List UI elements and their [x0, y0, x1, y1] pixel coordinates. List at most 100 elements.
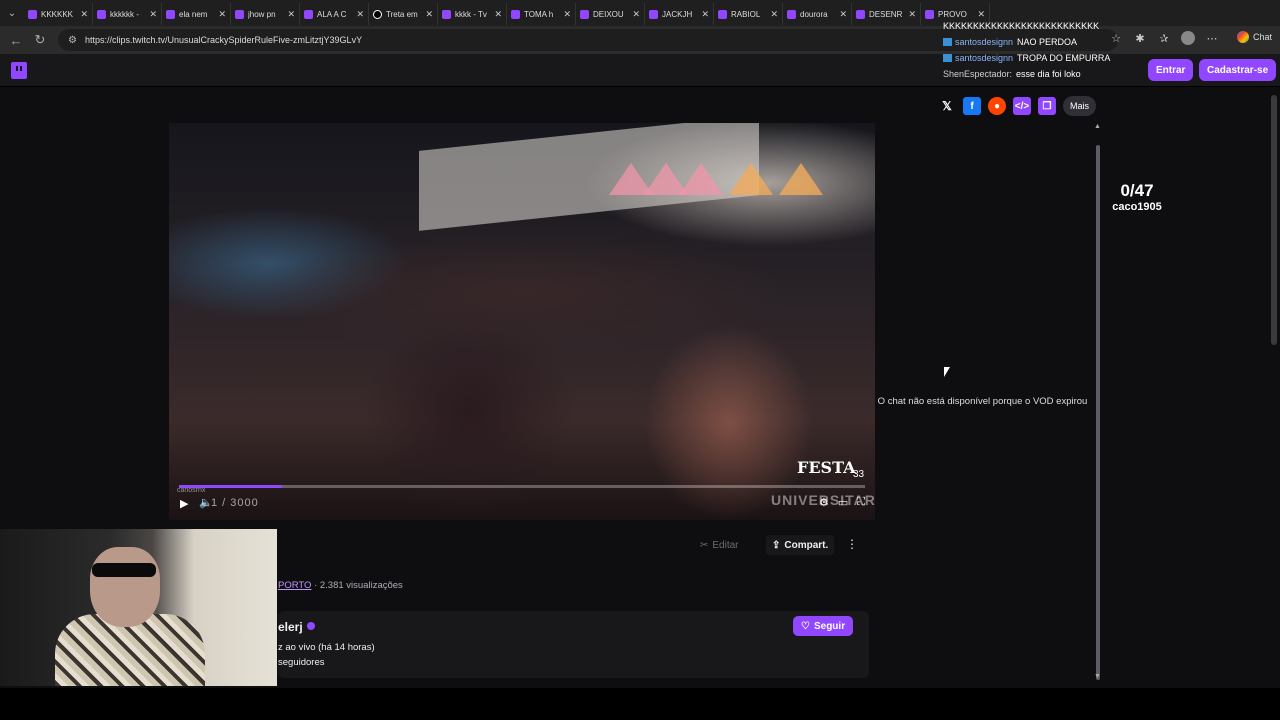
browser-tab[interactable]: JACKJH ✕ — [645, 3, 714, 25]
embed-code-icon[interactable]: </> — [1013, 97, 1031, 115]
channel-name[interactable]: elerj — [278, 620, 303, 634]
close-tab-icon[interactable]: ✕ — [356, 9, 364, 20]
close-tab-icon[interactable]: ✕ — [218, 9, 226, 20]
tab-title: DEIXOU — [593, 9, 624, 19]
menu-dots-icon[interactable]: ⋯ — [1204, 30, 1220, 46]
more-options-kebab-icon[interactable]: ⋮ — [846, 537, 858, 551]
share-bar: 𝕏 f ● </> ❐ Mais — [938, 96, 1097, 116]
login-button[interactable]: Entrar — [1148, 59, 1194, 81]
copy-link-icon[interactable]: ❐ — [1038, 97, 1056, 115]
bottom-black-bar — [0, 688, 1280, 720]
browser-tab[interactable]: RABIOL ✕ — [714, 3, 783, 25]
close-tab-icon[interactable]: ✕ — [701, 9, 709, 20]
browser-tab[interactable]: TOMA h ✕ — [507, 3, 576, 25]
close-tab-icon[interactable]: ✕ — [287, 9, 295, 20]
overlay-chat-user: ShenEspectador: — [943, 69, 1013, 79]
watermark-number: 33 — [853, 469, 865, 480]
follower-count: seguidores — [278, 657, 325, 668]
tab-title: KKKKKK — [41, 9, 74, 19]
clip-video-player[interactable]: FESTA 33 UNIVERSITARIA carlosrnx ▶ 🔈 1 /… — [169, 123, 875, 520]
follow-label: Seguir — [813, 620, 846, 632]
reload-icon[interactable]: ↻ — [28, 28, 52, 52]
tab-title: jhow pn — [248, 9, 276, 19]
x-twitter-icon[interactable]: 𝕏 — [938, 97, 956, 115]
tab-title: JACKJH — [662, 9, 693, 19]
browser-tab[interactable]: KKKKKK ✕ — [24, 3, 93, 25]
tab-title: ALA A C — [317, 9, 347, 19]
last-live-status: z ao vivo (há 14 horas) — [278, 642, 375, 653]
page-scroll-thumb[interactable] — [1271, 95, 1277, 345]
tab-list: KKKKKK ✕ kkkkkk - ✕ ela nem ✕ jhow pn ✕ ALA A C ✕… — [24, 1, 990, 25]
settings-gear-icon[interactable]: ⚙ — [819, 496, 829, 509]
browser-tab[interactable]: kkkk - Tv ✕ — [438, 3, 507, 25]
tab-title: kkkk - Tv — [455, 9, 487, 19]
close-tab-icon[interactable]: ✕ — [80, 9, 88, 20]
close-tab-icon[interactable]: ✕ — [908, 9, 916, 20]
play-icon[interactable]: ▶ — [180, 497, 188, 510]
edit-clip-button[interactable]: ✂ Editar — [700, 536, 739, 554]
heart-icon: ♡ — [801, 620, 810, 632]
close-tab-icon[interactable]: ✕ — [494, 9, 502, 20]
browser-tab[interactable]: dourora ✕ — [783, 3, 852, 25]
back-arrow-icon[interactable]: ← — [4, 28, 28, 52]
close-tab-icon[interactable]: ✕ — [770, 9, 778, 20]
fullscreen-icon[interactable]: ⛶ — [857, 496, 865, 509]
twitch-favicon-icon — [718, 9, 727, 19]
close-tab-icon[interactable]: ✕ — [839, 9, 847, 20]
overlay-chat-message: KKKKKKKKKKKKKKKKKKKKKKKKKK — [943, 21, 1100, 31]
site-info-icon[interactable]: ⚙ — [68, 35, 77, 46]
twitch-favicon-icon — [580, 9, 589, 19]
favorites-icon[interactable]: ✰ — [1156, 30, 1172, 46]
close-tab-icon[interactable]: ✕ — [425, 9, 433, 20]
share-label: Compart. — [784, 539, 829, 551]
tab-search-chevron-icon[interactable]: ⌄ — [0, 0, 24, 26]
signup-button[interactable]: Cadastrar-se — [1199, 59, 1277, 81]
browser-tab[interactable]: jhow pn ✕ — [231, 3, 300, 25]
tab-title: kkkkkk - — [110, 9, 139, 19]
twitch-favicon-icon — [925, 9, 934, 19]
overlay-chat-message: NAO PERDOA — [1017, 37, 1078, 47]
channel-name-row[interactable]: elerj — [278, 620, 315, 634]
tab-title: RABIOL — [731, 9, 761, 19]
chat-badge-icon — [943, 38, 952, 46]
reddit-icon[interactable]: ● — [988, 97, 1006, 115]
browser-tab[interactable]: Treta em ✕ — [369, 3, 438, 25]
profile-icon[interactable] — [1180, 30, 1196, 46]
follow-button[interactable]: ♡ Seguir — [793, 616, 854, 636]
twitch-favicon-icon — [304, 9, 313, 19]
browser-tab[interactable]: DESENR ✕ — [852, 3, 921, 25]
overlay-chat-user: santosdesignn — [955, 37, 1014, 47]
tab-title: Treta em — [386, 9, 418, 19]
video-frame-tent — [779, 163, 823, 195]
close-tab-icon[interactable]: ✕ — [149, 9, 157, 20]
share-clip-button[interactable]: ⇪ Compart. — [766, 535, 835, 555]
chat-unavailable-message: O chat não está disponível porque o VOD … — [877, 396, 1088, 407]
browser-tab[interactable]: DEIXOU ✕ — [576, 3, 645, 25]
category-link[interactable]: PORTO — [278, 580, 311, 591]
browser-tab[interactable]: ela nem ✕ — [162, 3, 231, 25]
clip-meta-line: PORTO · 2.381 visualizações — [278, 580, 403, 591]
overlay-chat-line: santosdesignn NAO PERDOA — [943, 34, 1143, 50]
theatre-mode-icon[interactable]: ▭ — [838, 496, 848, 509]
more-share-button[interactable]: Mais — [1063, 96, 1097, 116]
browser-tab[interactable]: kkkkkk - ✕ — [93, 3, 162, 25]
twitch-favicon-icon — [235, 9, 244, 19]
scroll-up-arrow-icon[interactable]: ▲ — [1094, 123, 1101, 130]
close-tab-icon[interactable]: ✕ — [632, 9, 640, 20]
twitch-logo-icon[interactable] — [11, 62, 27, 79]
chat-scroll-thumb[interactable] — [1096, 145, 1100, 680]
browser-tab[interactable]: ALA A C ✕ — [300, 3, 369, 25]
verified-badge-icon — [306, 622, 315, 630]
scroll-down-arrow-icon[interactable]: ▼ — [1094, 673, 1101, 680]
close-tab-icon[interactable]: ✕ — [563, 9, 571, 20]
overlay-chat-message: esse dia foi loko — [1016, 69, 1081, 79]
video-progress-bar[interactable] — [179, 485, 865, 488]
facebook-icon[interactable]: f — [963, 97, 981, 115]
ai-chat-button[interactable]: Chat — [1236, 31, 1272, 43]
edit-label: Editar — [712, 539, 739, 551]
video-frame-crowd — [169, 233, 875, 413]
tab-title: ela nem — [179, 9, 208, 19]
video-controls-right: ⚙ ▭ ⛶ — [819, 496, 865, 509]
page-scrollbar[interactable] — [1268, 87, 1280, 688]
festa-watermark: FESTA — [797, 458, 856, 477]
